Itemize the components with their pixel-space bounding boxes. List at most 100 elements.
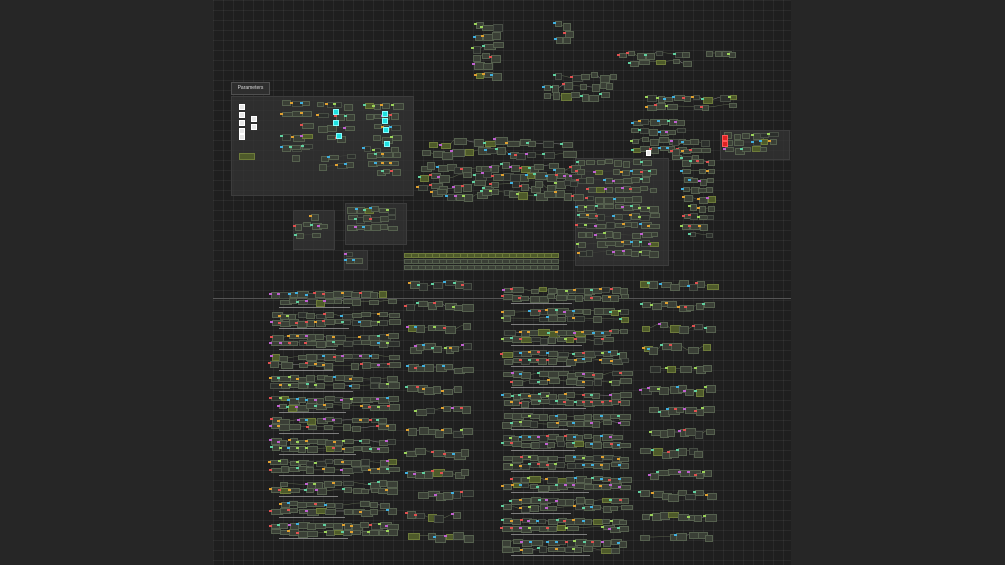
node-pin[interactable] — [340, 469, 343, 471]
graph-node[interactable] — [592, 84, 600, 92]
node-pin[interactable] — [640, 178, 643, 180]
graph-node[interactable] — [418, 185, 428, 191]
graph-node[interactable] — [601, 92, 610, 98]
pipeline-node[interactable] — [325, 403, 333, 408]
node-pin[interactable] — [376, 425, 379, 427]
node-pin[interactable] — [645, 96, 648, 98]
node-pin[interactable] — [701, 98, 704, 100]
node-pin[interactable] — [569, 175, 572, 177]
node-pin[interactable] — [332, 341, 335, 343]
pipeline-node[interactable] — [433, 282, 443, 289]
pipeline-node[interactable] — [445, 326, 456, 334]
graph-node[interactable] — [650, 169, 657, 175]
pipeline-node[interactable] — [611, 548, 620, 554]
node-pin[interactable] — [287, 502, 290, 504]
pipeline-node[interactable] — [512, 547, 520, 552]
param-node[interactable] — [391, 125, 401, 131]
pipeline-node[interactable] — [680, 366, 692, 373]
node-pin[interactable] — [555, 174, 558, 176]
node-pin[interactable] — [368, 483, 371, 485]
node-pin[interactable] — [590, 289, 593, 291]
pipeline-node[interactable] — [352, 426, 361, 432]
node-pin[interactable] — [687, 516, 690, 518]
pipeline-node[interactable] — [557, 317, 566, 322]
pipeline-node[interactable] — [619, 443, 631, 448]
node-pin[interactable] — [332, 482, 335, 484]
node-pin[interactable] — [697, 216, 700, 218]
node-pin[interactable] — [322, 293, 325, 295]
pipeline-node[interactable] — [462, 304, 474, 312]
pipeline-node[interactable] — [433, 346, 442, 353]
node-pin[interactable] — [301, 145, 304, 147]
node-pin[interactable] — [510, 442, 513, 444]
node-pin[interactable] — [519, 359, 522, 361]
pipeline-node[interactable] — [584, 434, 592, 439]
node-pin[interactable] — [609, 499, 612, 501]
node-pin[interactable] — [510, 381, 513, 383]
pipeline-node[interactable] — [574, 309, 583, 314]
node-pin[interactable] — [341, 292, 344, 294]
graph-node[interactable] — [684, 195, 693, 202]
graph-node[interactable] — [563, 37, 571, 44]
graph-node[interactable] — [650, 242, 659, 247]
pipeline-node[interactable] — [574, 316, 585, 322]
pipeline-node[interactable] — [454, 386, 462, 393]
graph-node[interactable] — [651, 232, 658, 237]
param-node[interactable] — [302, 101, 310, 106]
node-pin[interactable] — [359, 292, 362, 294]
pipeline-node[interactable] — [306, 488, 314, 493]
node-pin[interactable] — [601, 456, 604, 458]
pipeline-node[interactable] — [576, 497, 585, 504]
node-pin[interactable] — [519, 507, 522, 509]
graph-node[interactable] — [491, 55, 501, 63]
node-pin[interactable] — [619, 499, 622, 501]
node-pin[interactable] — [349, 378, 352, 380]
node-pin[interactable] — [638, 129, 641, 131]
pipeline-node[interactable] — [521, 401, 529, 408]
node-pin[interactable] — [287, 399, 290, 401]
node-pin[interactable] — [305, 419, 308, 421]
pipeline-node[interactable] — [649, 281, 658, 289]
graph-node[interactable] — [606, 83, 613, 90]
node-pin[interactable] — [344, 259, 347, 261]
param-node[interactable] — [303, 144, 313, 149]
node-pin[interactable] — [461, 344, 464, 346]
node-pin[interactable] — [368, 406, 371, 408]
param-checkbox[interactable] — [251, 124, 257, 130]
node-pin[interactable] — [290, 102, 293, 104]
node-pin[interactable] — [704, 386, 707, 388]
node-pin[interactable] — [582, 352, 585, 354]
graph-node[interactable] — [715, 51, 722, 57]
node-pin[interactable] — [472, 63, 475, 65]
node-pin[interactable] — [362, 147, 365, 149]
node-pin[interactable] — [294, 234, 297, 236]
pipeline-node[interactable] — [306, 354, 317, 361]
node-pin[interactable] — [340, 315, 343, 317]
node-pin[interactable] — [406, 365, 409, 367]
node-pin[interactable] — [461, 284, 464, 286]
graph-node[interactable] — [683, 187, 690, 192]
node-pin[interactable] — [556, 519, 559, 521]
node-pin[interactable] — [323, 404, 326, 406]
node-pin[interactable] — [296, 447, 299, 449]
node-pin[interactable] — [518, 394, 521, 396]
node-pin[interactable] — [697, 198, 700, 200]
node-pin[interactable] — [542, 86, 545, 88]
node-pin[interactable] — [572, 548, 575, 550]
node-pin[interactable] — [674, 121, 677, 123]
node-pin[interactable] — [404, 452, 407, 454]
graph-node[interactable] — [708, 206, 715, 212]
param-node[interactable] — [364, 146, 371, 152]
graph-node[interactable] — [676, 120, 685, 126]
graph-node[interactable] — [493, 24, 503, 32]
graph-node[interactable] — [650, 213, 660, 218]
node-pin[interactable] — [608, 479, 611, 481]
pipeline-node[interactable] — [379, 291, 387, 298]
node-pin[interactable] — [682, 196, 685, 198]
pipeline-node[interactable] — [547, 506, 557, 511]
node-pin[interactable] — [660, 344, 663, 346]
node-pin[interactable] — [306, 426, 309, 428]
node-pin[interactable] — [385, 440, 388, 442]
node-pin[interactable] — [377, 342, 380, 344]
node-pin[interactable] — [305, 321, 308, 323]
